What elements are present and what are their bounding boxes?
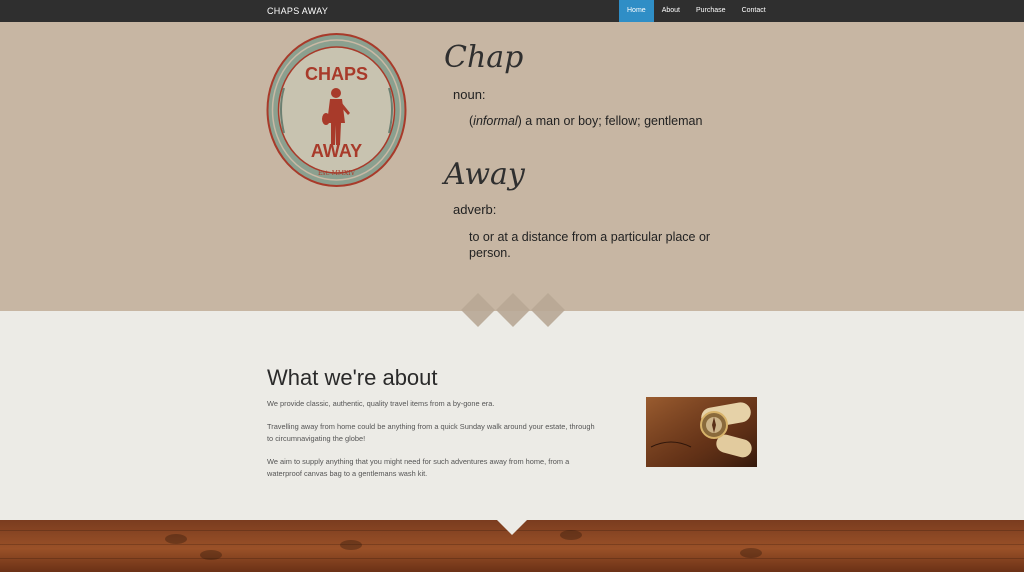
logo-est-text: Est. MMXIV: [318, 170, 356, 177]
footprint-icon: [560, 530, 582, 540]
about-paragraph-2-line1: Travelling away from home could be anyth…: [267, 422, 595, 431]
about-paragraph-1: We provide classic, authentic, quality t…: [267, 399, 495, 408]
nav-menu: Home About Purchase Contact: [619, 0, 774, 22]
footprint-icon: [165, 534, 187, 544]
wood-grain: [0, 558, 1024, 559]
nav-item-purchase[interactable]: Purchase: [688, 0, 734, 22]
about-heading: What we're about: [267, 365, 438, 390]
definition-chap: (informal) a man or boy; fellow; gentlem…: [469, 114, 703, 128]
diamond-shape: [461, 293, 495, 327]
about-paragraph-2-line2: to circumnavigating the globe!: [267, 434, 366, 443]
chaps-away-logo: CHAPS AWAY Est. MMXIV: [266, 33, 407, 187]
diamond-divider: [460, 292, 570, 332]
wood-grain: [0, 544, 1024, 545]
pos-adverb: adverb:: [453, 202, 497, 217]
footprint-icon: [340, 540, 362, 550]
nav-item-about[interactable]: About: [654, 0, 688, 22]
about-paragraph-3-line1: We aim to supply anything that you might…: [267, 457, 570, 466]
logo-text-bottom: AWAY: [311, 141, 362, 161]
brand-link[interactable]: CHAPS AWAY: [267, 6, 328, 16]
top-navbar: CHAPS AWAY Home About Purchase Contact: [0, 0, 1024, 22]
footprint-icon: [740, 548, 762, 558]
definition-away-line1: to or at a distance from a particular pl…: [469, 230, 711, 244]
diamond-shape: [531, 293, 565, 327]
definition-away-line2: person.: [469, 246, 511, 260]
nav-item-home[interactable]: Home: [619, 0, 654, 22]
logo-text-top: CHAPS: [305, 64, 368, 84]
nav-item-contact[interactable]: Contact: [734, 0, 774, 22]
map-compass-image: [646, 397, 757, 467]
diamond-shape: [496, 293, 530, 327]
footprint-icon: [200, 550, 222, 560]
word-away: Away: [444, 157, 525, 192]
about-paragraph-3-line2: waterproof canvas bag to a gentlemans wa…: [267, 469, 428, 478]
word-chap: Chap: [444, 40, 524, 75]
section-notch: [497, 520, 527, 535]
pos-noun: noun:: [453, 87, 486, 102]
